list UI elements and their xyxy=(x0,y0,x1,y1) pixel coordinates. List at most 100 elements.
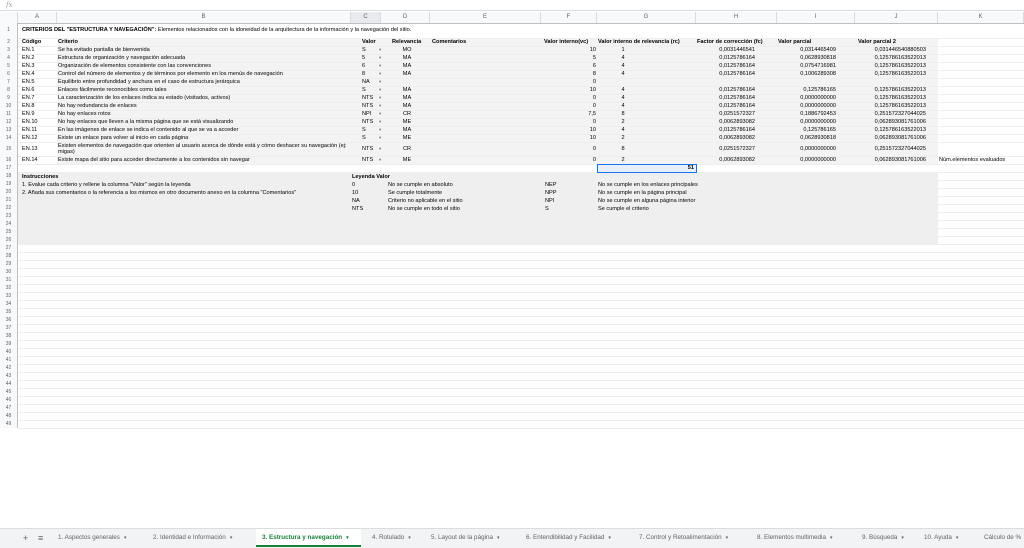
add-sheet-icon[interactable]: + xyxy=(23,529,28,547)
chevron-down-icon[interactable]: ▾ xyxy=(379,47,381,53)
column-header-j[interactable]: J xyxy=(855,12,938,23)
sheet-tab[interactable]: 5. Layout de la página ▾ xyxy=(425,529,515,547)
row-header[interactable]: 18 xyxy=(0,172,18,180)
row-header[interactable]: 29 xyxy=(0,260,18,268)
row-header[interactable]: 4 xyxy=(0,54,18,62)
row-header[interactable]: 44 xyxy=(0,380,18,388)
row-header[interactable]: 16 xyxy=(0,156,18,164)
row-header[interactable]: 43 xyxy=(0,372,18,380)
sheet-tab[interactable]: 8. Elementos multimedia ▾ xyxy=(751,529,851,547)
row-header[interactable]: 48 xyxy=(0,412,18,420)
row-header[interactable]: 46 xyxy=(0,396,18,404)
row-header[interactable]: 27 xyxy=(0,244,18,252)
formula-bar[interactable]: fx xyxy=(0,0,1024,11)
column-header-a[interactable]: A xyxy=(18,12,57,23)
row-header[interactable]: 40 xyxy=(0,348,18,356)
chevron-down-icon[interactable]: ▾ xyxy=(379,146,381,152)
valor-select[interactable]: NTS xyxy=(362,118,378,126)
row-header[interactable]: 35 xyxy=(0,308,18,316)
row-header[interactable]: 34 xyxy=(0,300,18,308)
row-header[interactable]: 14 xyxy=(0,134,18,142)
sheet-tab[interactable]: Cálculo de % xyxy=(978,529,1024,547)
column-header-d[interactable]: D xyxy=(381,12,430,23)
row-header[interactable]: 13 xyxy=(0,126,18,134)
row-header[interactable]: 30 xyxy=(0,268,18,276)
chevron-down-icon[interactable]: ▾ xyxy=(379,119,381,125)
sheet-tab[interactable]: 10. Ayuda ▾ xyxy=(918,529,973,547)
valor-select[interactable]: 5 xyxy=(362,54,378,62)
row-header[interactable]: 41 xyxy=(0,356,18,364)
column-header-i[interactable]: I xyxy=(777,12,855,23)
column-header-k[interactable]: K xyxy=(938,12,1024,23)
valor-select[interactable]: S xyxy=(362,134,378,142)
chevron-down-icon[interactable]: ▾ xyxy=(124,535,127,541)
valor-select[interactable]: NTS xyxy=(362,145,378,153)
row-header[interactable]: 1 xyxy=(0,23,18,38)
row-header[interactable]: 3 xyxy=(0,46,18,54)
row-header[interactable]: 45 xyxy=(0,388,18,396)
valor-select[interactable]: NTS xyxy=(362,102,378,110)
row-header[interactable]: 8 xyxy=(0,86,18,94)
chevron-down-icon[interactable]: ▾ xyxy=(408,535,411,541)
row-header[interactable]: 32 xyxy=(0,284,18,292)
row-header[interactable]: 17 xyxy=(0,164,18,172)
sheet-tab[interactable]: 3. Estructura y navegación ▾ xyxy=(256,529,361,547)
chevron-down-icon[interactable]: ▾ xyxy=(346,535,349,541)
row-header[interactable]: 38 xyxy=(0,332,18,340)
chevron-down-icon[interactable]: ▾ xyxy=(379,157,381,163)
row-header[interactable]: 22 xyxy=(0,204,18,212)
row-header[interactable]: 36 xyxy=(0,316,18,324)
row-header[interactable]: 37 xyxy=(0,324,18,332)
chevron-down-icon[interactable]: ▾ xyxy=(379,127,381,133)
sheet-tab[interactable]: 9. Búsqueda ▾ xyxy=(856,529,913,547)
valor-select[interactable]: NTS xyxy=(362,156,378,164)
row-header[interactable]: 24 xyxy=(0,220,18,228)
row-header[interactable]: 15 xyxy=(0,142,18,156)
row-header[interactable]: 25 xyxy=(0,228,18,236)
valor-select[interactable]: S xyxy=(362,86,378,94)
chevron-down-icon[interactable]: ▾ xyxy=(608,535,611,541)
row-header[interactable]: 42 xyxy=(0,364,18,372)
chevron-down-icon[interactable]: ▾ xyxy=(379,135,381,141)
chevron-down-icon[interactable]: ▾ xyxy=(379,55,381,61)
column-header-b[interactable]: B xyxy=(57,12,351,23)
column-header-h[interactable]: H xyxy=(696,12,777,23)
spreadsheet-grid[interactable]: ABCDEFGHIJK 1 2 3 4 5 6 7 8 9 10 11 12 13 14 15 16 17 18 1… xyxy=(0,12,1024,526)
chevron-down-icon[interactable]: ▾ xyxy=(379,95,381,101)
row-header[interactable]: 5 xyxy=(0,62,18,70)
row-header[interactable]: 47 xyxy=(0,404,18,412)
column-header-e[interactable]: E xyxy=(430,12,541,23)
chevron-down-icon[interactable]: ▾ xyxy=(379,71,381,77)
row-header[interactable]: 7 xyxy=(0,78,18,86)
row-header[interactable]: 9 xyxy=(0,94,18,102)
valor-select[interactable]: 6 xyxy=(362,62,378,70)
row-header[interactable]: 12 xyxy=(0,118,18,126)
row-header[interactable]: 19 xyxy=(0,180,18,188)
valor-select[interactable]: S xyxy=(362,46,378,54)
chevron-down-icon[interactable]: ▾ xyxy=(379,79,381,85)
row-header[interactable]: 11 xyxy=(0,110,18,118)
chevron-down-icon[interactable]: ▾ xyxy=(497,535,500,541)
chevron-down-icon[interactable]: ▾ xyxy=(901,535,904,541)
chevron-down-icon[interactable]: ▾ xyxy=(956,535,959,541)
column-header-c[interactable]: C xyxy=(351,12,381,23)
row-header[interactable]: 33 xyxy=(0,292,18,300)
valor-select[interactable]: NTS xyxy=(362,94,378,102)
sheet-tab[interactable]: 1. Aspectos generales ▾ xyxy=(52,529,142,547)
chevron-down-icon[interactable]: ▾ xyxy=(379,103,381,109)
chevron-down-icon[interactable]: ▾ xyxy=(830,535,833,541)
row-header[interactable]: 31 xyxy=(0,276,18,284)
chevron-down-icon[interactable]: ▾ xyxy=(379,111,381,117)
row-header[interactable]: 28 xyxy=(0,252,18,260)
sheet-tab[interactable]: 6. Entendibilidad y Facilidad ▾ xyxy=(520,529,628,547)
row-header[interactable]: 49 xyxy=(0,420,18,428)
sheet-tab[interactable]: 7. Control y Retoalimentación ▾ xyxy=(633,529,746,547)
sheet-tab[interactable]: 4. Rotulado ▾ xyxy=(366,529,420,547)
valor-select[interactable]: NA xyxy=(362,78,378,86)
row-header[interactable]: 20 xyxy=(0,188,18,196)
chevron-down-icon[interactable]: ▾ xyxy=(726,535,729,541)
row-header[interactable]: 26 xyxy=(0,236,18,244)
sheet-tab[interactable]: 2. Identidad e Información ▾ xyxy=(147,529,251,547)
row-header[interactable]: 39 xyxy=(0,340,18,348)
row-header[interactable]: 21 xyxy=(0,196,18,204)
